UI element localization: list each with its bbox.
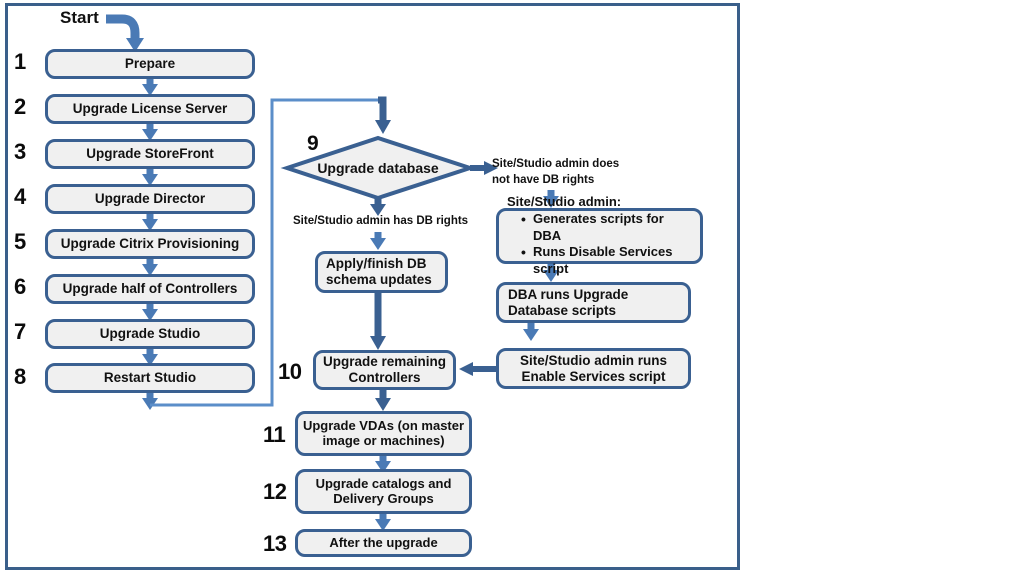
node-upgrade-remaining-controllers-line1: Upgrade remaining <box>322 354 447 370</box>
node-upgrade-remaining-controllers-line2: Controllers <box>348 370 421 385</box>
node-upgrade-vdas-line2: image or machines) <box>322 432 445 448</box>
node-enable-services-script-line2: Enable Services script <box>521 368 666 384</box>
node-site-studio-admin-tasks-content: Site/Studio admin: Generates scripts for… <box>499 191 700 281</box>
node-site-studio-admin-tasks[interactable]: Site/Studio admin: Generates scripts for… <box>496 194 703 276</box>
node-dba-runs-upgrade-scripts-line1: DBA runs Upgrade <box>508 286 629 302</box>
step-number-12: 12 <box>263 479 287 504</box>
node-upgrade-catalogs-delivery-groups[interactable]: Upgrade catalogs and Delivery Groups <box>295 469 472 514</box>
node-enable-services-script[interactable]: Site/Studio admin runs Enable Services s… <box>496 348 691 389</box>
node-after-the-upgrade[interactable]: After the upgrade <box>295 529 472 557</box>
flowchart-canvas: Start 1 Prepare 2 Upgrade License Server… <box>0 0 1017 578</box>
step-number-13: 13 <box>263 531 287 556</box>
node-after-the-upgrade-label: After the upgrade <box>329 534 438 550</box>
admin-tasks-heading: Site/Studio admin: <box>507 193 622 209</box>
admin-tasks-bullet-list: Generates scripts for DBA Runs Disable S… <box>507 210 694 279</box>
node-dba-runs-upgrade-scripts[interactable]: DBA runs Upgrade Database scripts <box>496 282 691 323</box>
node-upgrade-catalogs-delivery-groups-line2: Delivery Groups <box>333 490 434 506</box>
list-item: Generates scripts for DBA <box>521 210 694 245</box>
node-upgrade-vdas[interactable]: Upgrade VDAs (on master image or machine… <box>295 411 472 456</box>
decision-no-branch-label-line1: Site/Studio admin does <box>492 158 620 170</box>
node-apply-db-schema-updates-line2: schema updates <box>326 272 432 287</box>
node-upgrade-remaining-controllers[interactable]: Upgrade remaining Controllers <box>313 350 456 390</box>
node-upgrade-vdas-line1: Upgrade VDAs (on master <box>302 417 465 433</box>
node-enable-services-script-line1: Site/Studio admin runs <box>519 352 667 368</box>
node-apply-db-schema-updates[interactable]: Apply/finish DB schema updates <box>315 251 448 293</box>
list-item: Runs Disable Services script <box>521 243 694 278</box>
node-apply-db-schema-updates-line1: Apply/finish DB <box>326 256 427 272</box>
node-upgrade-catalogs-delivery-groups-line1: Upgrade catalogs and <box>315 475 452 491</box>
decision-yes-branch-label: Site/Studio admin has DB rights <box>293 215 469 227</box>
node-dba-runs-upgrade-scripts-line2: Database scripts <box>508 302 617 318</box>
decision-no-branch-label-line2: not have DB rights <box>492 174 595 186</box>
step-number-11: 11 <box>263 422 286 447</box>
decision-label: Upgrade database <box>317 160 439 176</box>
step-number-10: 10 <box>278 359 302 384</box>
